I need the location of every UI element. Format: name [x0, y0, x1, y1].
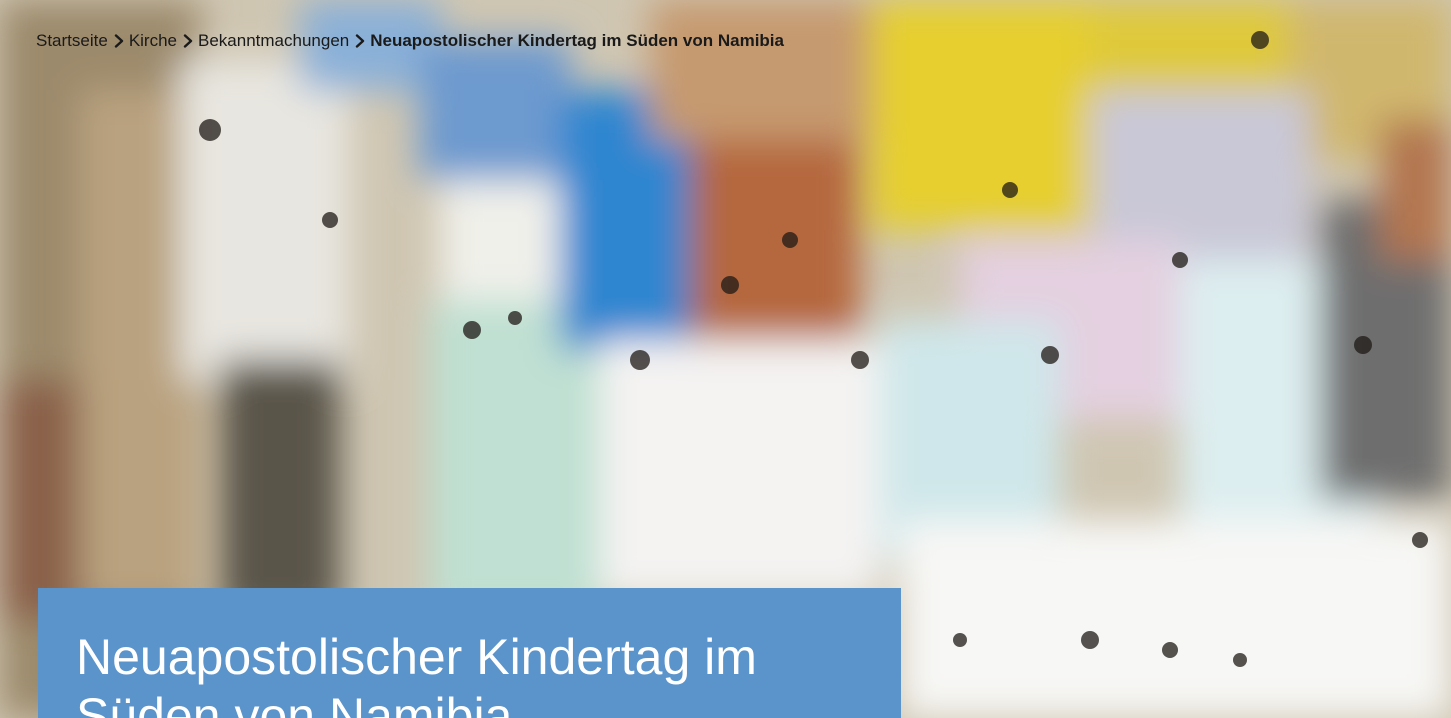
- breadcrumb: Startseite Kirche Bekanntmachungen Neuap…: [36, 31, 784, 51]
- breadcrumb-item-bekanntmachungen[interactable]: Bekanntmachungen: [198, 31, 349, 51]
- page-title: Neuapostolischer Kindertag im Süden von …: [76, 629, 757, 718]
- chevron-right-icon: [355, 34, 365, 48]
- breadcrumb-current-page: Neuapostolischer Kindertag im Süden von …: [370, 31, 784, 50]
- chevron-right-icon: [183, 34, 193, 48]
- hero-section: Startseite Kirche Bekanntmachungen Neuap…: [0, 0, 1451, 718]
- breadcrumb-item-startseite[interactable]: Startseite: [36, 31, 108, 51]
- breadcrumb-item-kirche[interactable]: Kirche: [129, 31, 177, 51]
- page-title-box: Neuapostolischer Kindertag im Süden von …: [38, 588, 901, 718]
- chevron-right-icon: [114, 34, 124, 48]
